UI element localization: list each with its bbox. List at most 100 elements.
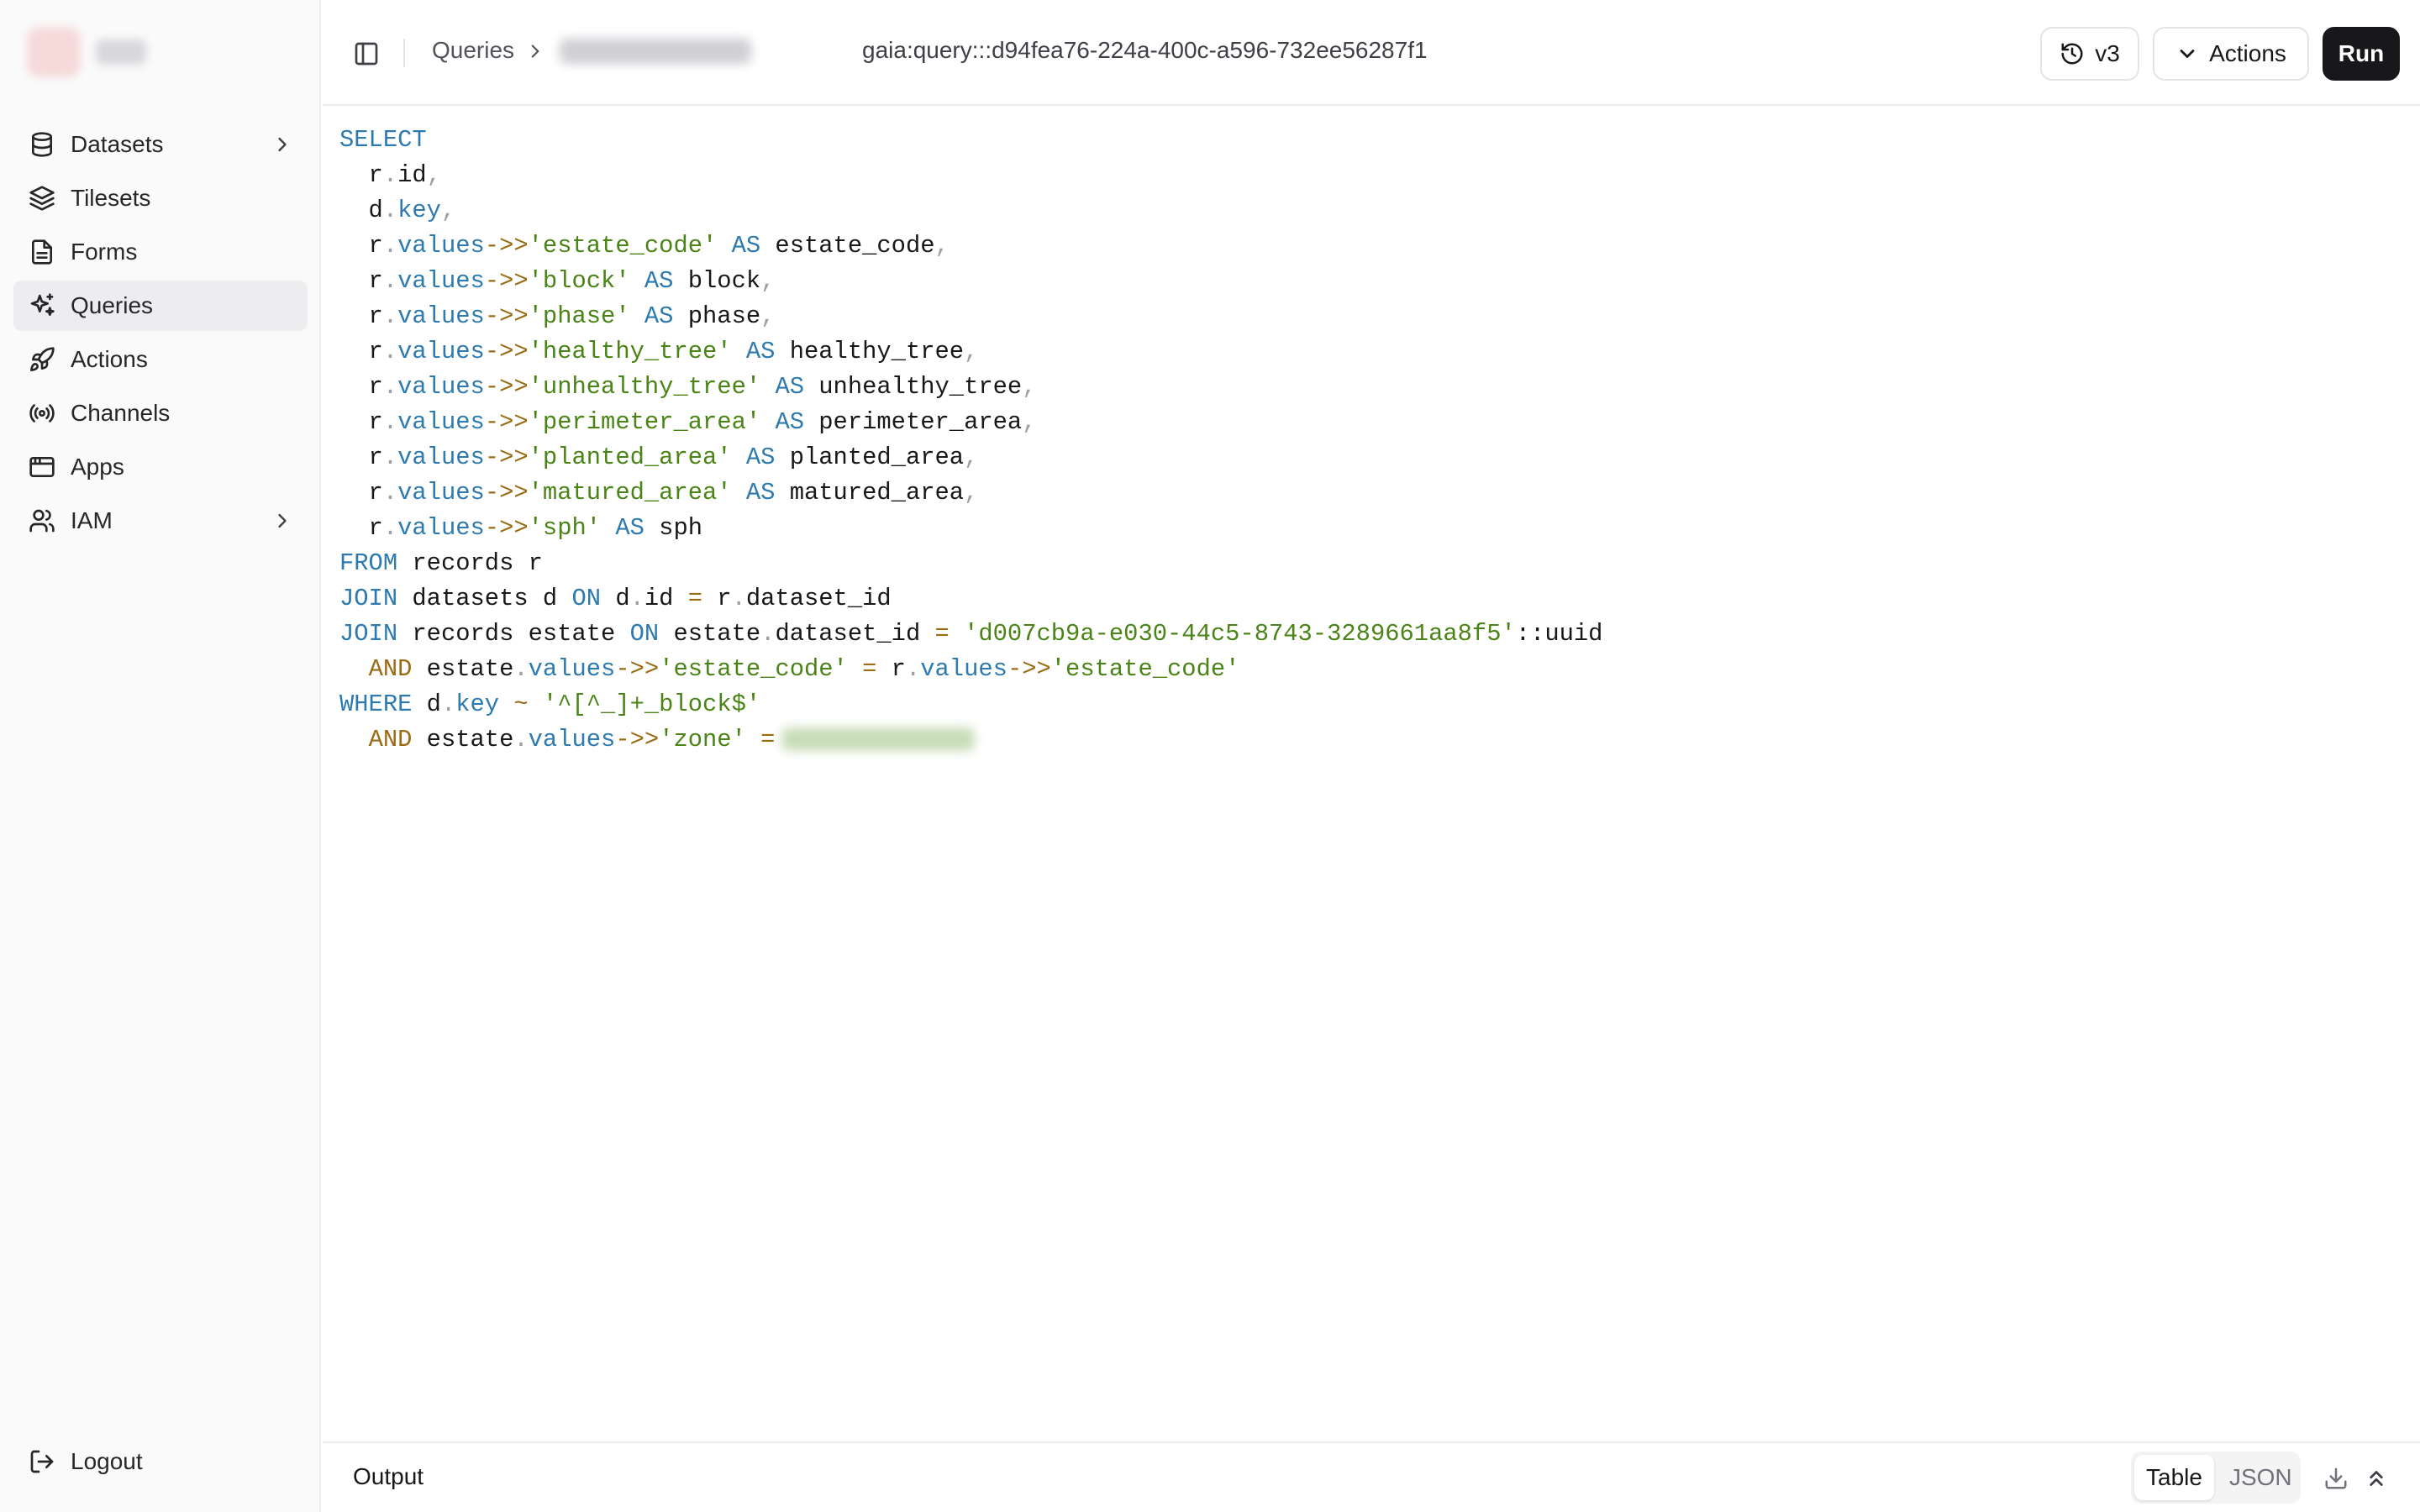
- code-token: 'd007cb9a-e030-44c5-8743-3289661aa8f5': [964, 620, 1516, 648]
- code-token: .: [382, 161, 398, 189]
- code-token: unhealthy_tree: [804, 373, 1023, 401]
- chevrons-up-icon[interactable]: [2363, 1465, 2390, 1492]
- code-token: =: [862, 655, 877, 683]
- chevron-down-icon: [2180, 50, 2195, 58]
- code-token: values: [397, 302, 485, 330]
- code-token: records r: [397, 549, 543, 577]
- code-token: 'perimeter_area': [528, 408, 761, 436]
- code-token: ->>: [1007, 655, 1051, 683]
- code-token: .: [382, 197, 398, 224]
- sidebar-toggle-button[interactable]: [350, 37, 383, 71]
- actions-dropdown-button[interactable]: Actions: [2153, 27, 2309, 81]
- code-token: r: [339, 408, 383, 436]
- sidebar-item-tilesets[interactable]: Tilesets: [13, 173, 308, 223]
- output-panel: Output Table JSON: [323, 1441, 2420, 1512]
- query-id: gaia:query:::d94fea76-224a-400c-a596-732…: [862, 37, 1428, 63]
- sidebar-item-label: IAM: [71, 507, 113, 533]
- breadcrumb-query-name-redacted[interactable]: [560, 39, 751, 64]
- code-line: r.id,: [339, 158, 1602, 193]
- code-token: values: [397, 267, 485, 295]
- tab-table[interactable]: Table: [2134, 1455, 2214, 1500]
- code-token: r: [339, 444, 383, 471]
- sidebar-item-label: Actions: [71, 346, 148, 372]
- query-editor[interactable]: SELECT r.id, d.key, r.values->>'estate_c…: [323, 108, 2420, 1441]
- code-token: 'healthy_tree': [528, 338, 732, 365]
- sidebar: Datasets Tilesets Forms Queries Actions Chann…: [0, 0, 321, 1512]
- actions-label: Actions: [2209, 40, 2286, 66]
- code-token: id: [397, 161, 427, 189]
- code-token: ->>: [484, 479, 529, 507]
- sidebar-nav: Datasets Tilesets Forms Queries Actions Chann…: [13, 119, 308, 549]
- code-token: AS: [745, 338, 776, 365]
- code-token: .: [905, 655, 921, 683]
- sparkles-icon: [27, 291, 57, 321]
- code-token: dataset_id: [745, 585, 892, 612]
- sidebar-item-forms[interactable]: Forms: [13, 227, 308, 277]
- code-token: block: [673, 267, 761, 295]
- code-token: 'planted_area': [528, 444, 732, 471]
- code-token: ,: [964, 444, 979, 471]
- sidebar-item-apps[interactable]: Apps: [13, 442, 308, 492]
- download-icon[interactable]: [2323, 1465, 2349, 1492]
- code-token: 'matured_area': [528, 479, 732, 507]
- code-token: r: [339, 267, 383, 295]
- tab-json[interactable]: JSON: [2217, 1455, 2304, 1500]
- sidebar-item-queries[interactable]: Queries: [13, 281, 308, 331]
- layers-icon: [27, 183, 57, 213]
- sidebar-item-label: Tilesets: [71, 185, 151, 211]
- code-line: r.values->>'perimeter_area' AS perimeter…: [339, 405, 1602, 440]
- sql-code[interactable]: SELECT r.id, d.key, r.values->>'estate_c…: [339, 123, 1602, 758]
- code-token: JOIN: [339, 585, 398, 612]
- code-token: r: [702, 585, 732, 612]
- code-token: 'unhealthy_tree': [528, 373, 761, 401]
- code-token: .: [440, 690, 456, 718]
- version-history-button[interactable]: v3: [2040, 27, 2139, 81]
- code-line: r.values->>'unhealthy_tree' AS unhealthy…: [339, 370, 1602, 405]
- code-token: .: [382, 302, 398, 330]
- sidebar-item-iam[interactable]: IAM: [13, 496, 308, 546]
- brand[interactable]: [27, 27, 146, 77]
- logout-button[interactable]: Logout: [27, 1436, 143, 1487]
- code-token: =: [687, 585, 703, 612]
- code-token: ,: [760, 267, 776, 295]
- code-token: ,: [1022, 373, 1037, 401]
- database-icon: [27, 129, 57, 160]
- code-token: values: [397, 408, 485, 436]
- breadcrumb-queries[interactable]: Queries: [432, 37, 514, 64]
- code-token: estate: [412, 655, 514, 683]
- file-text-icon: [27, 237, 57, 267]
- code-token: 'sph': [528, 514, 602, 542]
- code-token: ,: [934, 232, 950, 260]
- code-token: ->>: [484, 302, 529, 330]
- run-button[interactable]: Run: [2323, 27, 2400, 81]
- code-token: .: [629, 585, 644, 612]
- output-title: Output: [353, 1463, 424, 1489]
- code-line: r.values->>'estate_code' AS estate_code,: [339, 228, 1602, 264]
- sidebar-item-actions[interactable]: Actions: [13, 334, 308, 385]
- header-divider: [403, 39, 405, 67]
- code-token: .: [731, 585, 746, 612]
- brand-logo: [27, 27, 81, 77]
- code-token: values: [397, 373, 485, 401]
- code-line: JOIN records estate ON estate.dataset_id…: [339, 617, 1602, 652]
- code-token: ->>: [484, 408, 529, 436]
- app-window-icon: [27, 452, 57, 482]
- code-line: r.values->>'planted_area' AS planted_are…: [339, 440, 1602, 475]
- code-token: ~: [513, 690, 529, 718]
- brand-name: [96, 39, 146, 65]
- code-token: phase: [673, 302, 761, 330]
- code-token: ->>: [615, 726, 660, 753]
- code-token: ,: [964, 338, 979, 365]
- code-token: d: [412, 690, 441, 718]
- sidebar-item-datasets[interactable]: Datasets: [13, 119, 308, 170]
- code-line: r.values->>'sph' AS sph: [339, 511, 1602, 546]
- code-token: AS: [775, 373, 804, 401]
- code-token: ON: [571, 585, 602, 612]
- sidebar-item-channels[interactable]: Channels: [13, 388, 308, 438]
